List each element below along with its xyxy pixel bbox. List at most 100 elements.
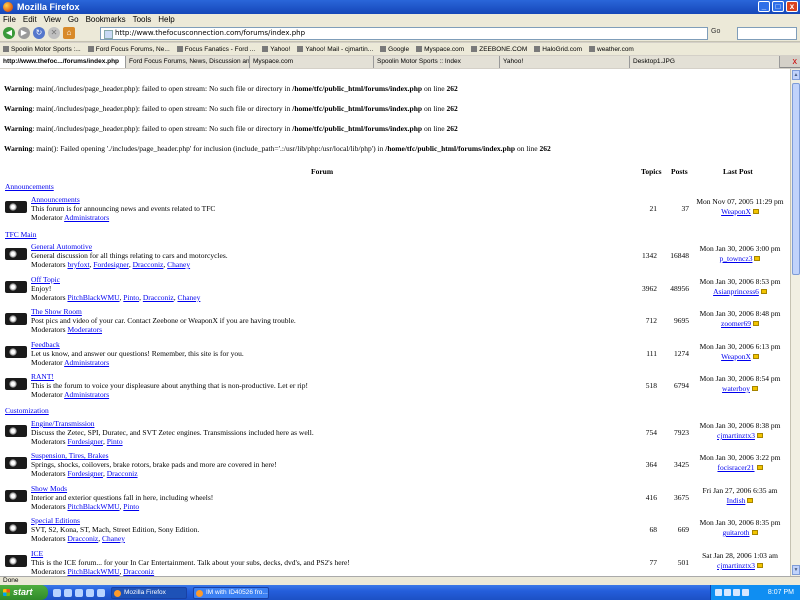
moderator-link[interactable]: Pinto — [107, 437, 123, 446]
bookmark-item[interactable]: Myspace.com — [416, 45, 464, 53]
forward-button[interactable]: ▶ — [18, 27, 30, 39]
menu-go[interactable]: Go — [68, 15, 79, 24]
last-post-arrow-icon[interactable] — [752, 209, 759, 214]
last-post-user-link[interactable]: guitaroth — [722, 528, 749, 537]
last-post-user-link[interactable]: waterboy — [722, 384, 750, 393]
menu-file[interactable]: File — [3, 15, 16, 24]
moderator-link[interactable]: Administrators — [64, 213, 109, 222]
forum-link[interactable]: Off Topic — [31, 275, 60, 284]
menu-bookmarks[interactable]: Bookmarks — [86, 15, 126, 24]
category-customization[interactable]: Customization — [5, 406, 49, 415]
forum-link[interactable]: Suspension, Tires, Brakes — [31, 451, 109, 460]
moderator-link[interactable]: Dracconiz — [107, 469, 138, 478]
scroll-up-arrow-icon[interactable]: ▲ — [792, 70, 800, 80]
moderator-link[interactable]: Dracconiz — [123, 567, 154, 576]
tray-icon[interactable] — [715, 589, 722, 596]
last-post-user-link[interactable]: p_towncz3 — [720, 254, 753, 263]
forum-link[interactable]: Show Mods — [31, 484, 67, 493]
quick-launch-icon[interactable] — [97, 588, 105, 597]
taskbar-item-firefox[interactable]: Mozilla Firefox — [111, 586, 187, 599]
page-scrollbar[interactable]: ▲ ▼ — [790, 69, 800, 576]
moderator-link[interactable]: Fordesigner — [93, 260, 129, 269]
forum-link[interactable]: Feedback — [31, 340, 60, 349]
bookmark-item[interactable]: weather.com — [589, 45, 634, 53]
clock[interactable]: 8:07 PM — [768, 589, 794, 596]
scrollbar-thumb[interactable] — [792, 83, 800, 275]
moderator-link[interactable]: PitchBlackWMU — [67, 502, 119, 511]
tray-icon[interactable] — [733, 589, 740, 596]
home-button[interactable]: ⌂ — [63, 27, 75, 39]
menu-tools[interactable]: Tools — [133, 15, 152, 24]
maximize-button[interactable]: □ — [772, 1, 784, 12]
moderator-link[interactable]: bryfoxt — [67, 260, 89, 269]
last-post-user-link[interactable]: cjmartinztx3 — [717, 431, 755, 440]
moderator-link[interactable]: Fordesigner — [67, 469, 103, 478]
last-post-user-link[interactable]: cjmartinztx3 — [717, 561, 755, 570]
tray-icon[interactable] — [724, 589, 731, 596]
last-post-user-link[interactable]: Indish — [727, 496, 746, 505]
forum-link[interactable]: The Show Room — [31, 307, 82, 316]
last-post-arrow-icon[interactable] — [756, 433, 763, 438]
last-post-user-link[interactable]: WeaponX — [721, 207, 751, 216]
close-button[interactable]: x — [786, 1, 798, 12]
moderator-link[interactable]: Pinto — [123, 293, 139, 302]
bookmark-item[interactable]: Ford Focus Forums, Ne... — [87, 45, 170, 53]
bookmark-item[interactable]: Yahoo! Mail - cjmartin... — [297, 45, 373, 53]
quick-launch-icon[interactable] — [53, 588, 61, 597]
last-post-arrow-icon[interactable] — [747, 498, 754, 503]
forum-link[interactable]: ICE — [31, 549, 43, 558]
taskbar-item-im[interactable]: IM with ID40526 fro... — [193, 586, 269, 599]
last-post-user-link[interactable]: Asianprincess6 — [713, 287, 759, 296]
back-button[interactable]: ◀ — [3, 27, 15, 39]
moderator-link[interactable]: Dracconiz — [67, 534, 98, 543]
menu-edit[interactable]: Edit — [23, 15, 37, 24]
moderator-link[interactable]: Pinto — [123, 502, 139, 511]
last-post-user-link[interactable]: WeaponX — [721, 352, 751, 361]
moderator-link[interactable]: Chaney — [167, 260, 190, 269]
moderator-link[interactable]: Chaney — [177, 293, 200, 302]
scroll-down-arrow-icon[interactable]: ▼ — [792, 565, 800, 575]
bookmark-item[interactable]: Spoolin Motor Sports :... — [3, 45, 81, 53]
go-button[interactable]: Go — [711, 28, 720, 35]
last-post-arrow-icon[interactable] — [751, 386, 758, 391]
category-announcements[interactable]: Announcements — [5, 182, 54, 191]
moderator-link[interactable]: Dracconiz — [133, 260, 164, 269]
bookmark-item[interactable]: ZEEBONE.COM — [471, 45, 527, 53]
minimize-button[interactable]: _ — [758, 1, 770, 12]
forum-link[interactable]: General Automotive — [31, 242, 92, 251]
moderator-link[interactable]: Dracconiz — [143, 293, 174, 302]
last-post-arrow-icon[interactable] — [752, 354, 759, 359]
bookmark-item[interactable]: Yahoo! — [262, 45, 290, 53]
menu-view[interactable]: View — [44, 15, 61, 24]
last-post-arrow-icon[interactable] — [751, 530, 758, 535]
forum-link[interactable]: Special Editions — [31, 516, 80, 525]
stop-button[interactable]: ✕ — [48, 27, 60, 39]
menu-help[interactable]: Help — [158, 15, 174, 24]
tab-ford-focus-forums[interactable]: Ford Focus Forums, News, Discussion and … — [126, 56, 250, 68]
forum-link[interactable]: Announcements — [31, 195, 80, 204]
moderator-link[interactable]: PitchBlackWMU — [67, 567, 119, 576]
quick-launch-icon[interactable] — [64, 588, 72, 597]
quick-launch-icon[interactable] — [86, 588, 94, 597]
tray-icon[interactable] — [742, 589, 749, 596]
moderator-link[interactable]: Chaney — [102, 534, 125, 543]
tab-close-icon[interactable]: x — [793, 57, 798, 66]
category-tfc-main[interactable]: TFC Main — [5, 230, 36, 239]
bookmark-item[interactable]: Focus Fanatics - Ford ... — [176, 45, 255, 53]
moderator-link[interactable]: Moderators — [67, 325, 102, 334]
bookmark-item[interactable]: Google — [380, 45, 409, 53]
moderator-link[interactable]: Fordesigner — [67, 437, 103, 446]
last-post-arrow-icon[interactable] — [756, 563, 763, 568]
start-button[interactable]: start — [0, 585, 48, 600]
last-post-arrow-icon[interactable] — [754, 256, 761, 261]
tab-desktop-jpg[interactable]: Desktop1.JPG — [630, 56, 780, 68]
moderator-link[interactable]: Administrators — [64, 390, 109, 399]
tab-forums-index[interactable]: http://www.thefoc.../forums/index.php — [0, 56, 126, 68]
forum-link[interactable]: RANT! — [31, 372, 54, 381]
forum-link[interactable]: Engine/Transmission — [31, 419, 94, 428]
moderator-link[interactable]: PitchBlackWMU — [67, 293, 119, 302]
last-post-user-link[interactable]: zoomer69 — [721, 319, 751, 328]
url-input[interactable]: http://www.thefocusconnection.com/forums… — [100, 27, 708, 40]
moderator-link[interactable]: Administrators — [64, 358, 109, 367]
last-post-arrow-icon[interactable] — [753, 321, 759, 326]
